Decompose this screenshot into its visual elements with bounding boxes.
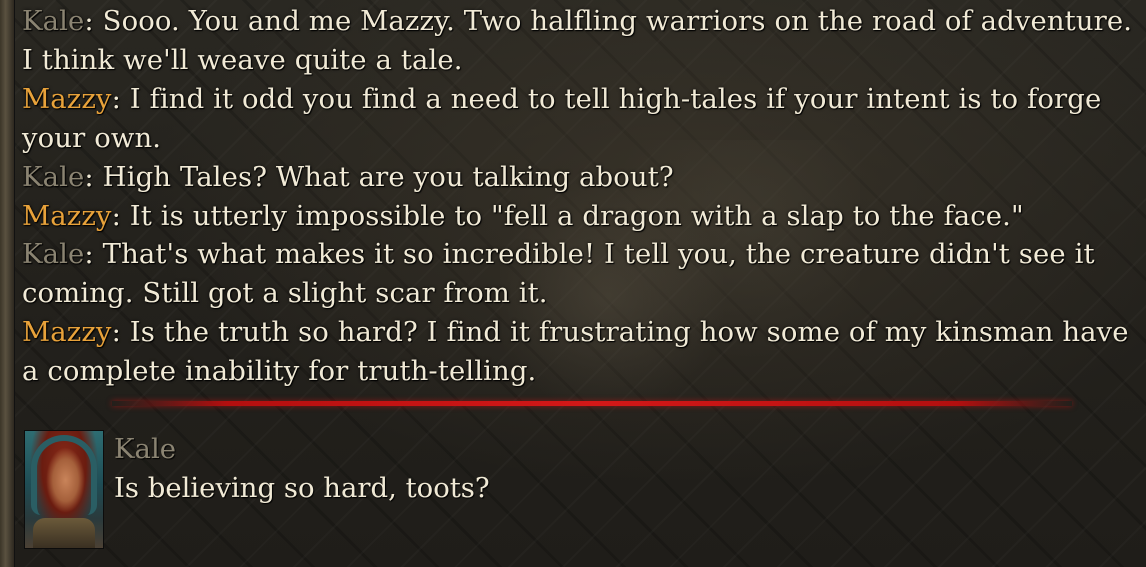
speaker-name: Mazzy — [22, 82, 112, 115]
screen-frame-edge — [0, 0, 15, 567]
dialog-entry: Kale: High Tales? What are you talking a… — [22, 158, 1140, 197]
dialog-entry: Kale: That's what makes it so incredible… — [22, 235, 1140, 313]
dialog-entry: Mazzy: I find it odd you find a need to … — [22, 80, 1140, 158]
portrait-hood-shape — [31, 435, 97, 515]
dialog-text: : It is utterly impossible to "fell a dr… — [111, 199, 1024, 232]
dialog-text: : Is the truth so hard? I find it frustr… — [22, 316, 1129, 388]
current-dialog: Kale Is believing so hard, toots? — [24, 430, 1124, 550]
speaker-name: Mazzy — [22, 316, 112, 349]
speaker-name: Kale — [22, 5, 85, 37]
character-portrait-kale[interactable] — [24, 430, 104, 549]
current-dialog-line: Is believing so hard, toots? — [114, 472, 490, 504]
dialog-log: Kale: Sooo. You and me Mazzy. Two halfli… — [22, 2, 1140, 391]
dialog-entry: Mazzy: Is the truth so hard? I find it f… — [22, 313, 1140, 391]
dialog-text: : I find it odd you find a need to tell … — [22, 82, 1102, 154]
dialog-text: : That's what makes it so incredible! I … — [22, 238, 1095, 310]
speaker-name: Kale — [22, 238, 85, 271]
dialog-text: : High Tales? What are you talking about… — [84, 160, 674, 193]
dialog-entry: Mazzy: It is utterly impossible to "fell… — [22, 197, 1140, 236]
portrait-collar-shape — [33, 518, 95, 548]
game-viewport: Kale: Sooo. You and me Mazzy. Two halfli… — [0, 0, 1146, 567]
dialog-entry: Kale: Sooo. You and me Mazzy. Two halfli… — [22, 2, 1140, 80]
speaker-name: Mazzy — [22, 199, 112, 232]
dialog-text: : Sooo. You and me Mazzy. Two halfling w… — [22, 5, 1133, 76]
current-speaker-name: Kale — [114, 433, 177, 465]
dialog-separator — [112, 401, 1072, 406]
speaker-name: Kale — [22, 160, 85, 193]
